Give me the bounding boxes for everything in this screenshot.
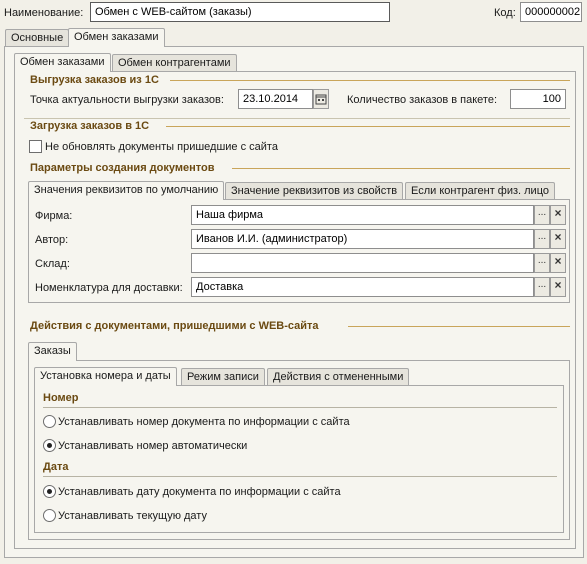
export-date-value: 23.10.2014 bbox=[243, 93, 299, 105]
tab-orders-actions[interactable]: Заказы bbox=[28, 342, 77, 361]
tab-orders-actions-label: Заказы bbox=[34, 345, 71, 357]
author-label: Автор: bbox=[35, 234, 69, 246]
params-title: Параметры создания документов bbox=[30, 162, 215, 174]
number-line bbox=[43, 407, 557, 408]
number-from-site-label: Устанавливать номер документа по информа… bbox=[58, 416, 350, 428]
packet-label: Количество заказов в пакете: bbox=[347, 94, 498, 106]
clear-icon: × bbox=[554, 230, 562, 244]
name-input[interactable]: Обмен с WEB-сайтом (заказы) bbox=[90, 2, 390, 22]
code-value: 000000002 bbox=[525, 6, 581, 18]
packet-input[interactable]: 100 bbox=[510, 89, 566, 109]
tab-property-values[interactable]: Значение реквизитов из свойств bbox=[225, 182, 404, 200]
tab-individual[interactable]: Если контрагент физ. лицо bbox=[405, 182, 555, 200]
export-date-label: Точка актуальности выгрузки заказов: bbox=[30, 94, 224, 106]
author-value: Иванов И.И. (администратор) bbox=[196, 233, 348, 245]
number-from-site-radio[interactable] bbox=[43, 415, 56, 428]
firm-clear-button[interactable]: × bbox=[550, 205, 566, 225]
date-current-label: Устанавливать текущую дату bbox=[58, 510, 207, 522]
actions-title-line bbox=[348, 326, 570, 327]
tab-orders[interactable]: Обмен заказами bbox=[14, 53, 111, 72]
import-title: Загрузка заказов в 1С bbox=[30, 120, 150, 132]
import-title-line bbox=[166, 126, 570, 127]
delivery-value: Доставка bbox=[196, 281, 244, 293]
delivery-input[interactable]: Доставка bbox=[191, 277, 534, 297]
author-ellipsis-button[interactable]: ... bbox=[534, 229, 550, 249]
firm-ellipsis-button[interactable]: ... bbox=[534, 205, 550, 225]
no-update-label: Не обновлять документы пришедшие с сайта bbox=[45, 141, 278, 153]
firm-value: Наша фирма bbox=[196, 209, 264, 221]
tab-default-values-label: Значения реквизитов по умолчанию bbox=[34, 184, 219, 196]
date-current-radio[interactable] bbox=[43, 509, 56, 522]
tab-orders-exchange-label: Обмен заказами bbox=[74, 31, 159, 43]
tab-main[interactable]: Основные bbox=[5, 29, 70, 47]
export-title: Выгрузка заказов из 1С bbox=[30, 74, 159, 86]
params-title-line bbox=[232, 168, 570, 169]
clear-icon: × bbox=[554, 254, 562, 268]
ellipsis-icon: ... bbox=[537, 255, 547, 266]
warehouse-ellipsis-button[interactable]: ... bbox=[534, 253, 550, 273]
tab-number-date[interactable]: Установка номера и даты bbox=[34, 367, 177, 386]
actions-title: Действия с документами, пришедшими с WEB… bbox=[30, 320, 319, 332]
date-line bbox=[43, 476, 557, 477]
firm-input[interactable]: Наша фирма bbox=[191, 205, 534, 225]
tab-property-values-label: Значение реквизитов из свойств bbox=[231, 185, 398, 197]
code-label: Код: bbox=[494, 7, 516, 19]
code-input[interactable]: 000000002 bbox=[520, 2, 582, 22]
date-title: Дата bbox=[43, 461, 69, 473]
name-label: Наименование: bbox=[4, 7, 84, 19]
tab-main-label: Основные bbox=[11, 32, 64, 44]
packet-value: 100 bbox=[542, 93, 561, 105]
number-auto-radio[interactable] bbox=[43, 439, 56, 452]
number-auto-label: Устанавливать номер автоматически bbox=[58, 440, 248, 452]
warehouse-clear-button[interactable]: × bbox=[550, 253, 566, 273]
tab-write-mode-label: Режим записи bbox=[187, 371, 259, 383]
warehouse-label: Склад: bbox=[35, 258, 70, 270]
tab-number-date-label: Установка номера и даты bbox=[40, 370, 171, 382]
tab-contractors[interactable]: Обмен контрагентами bbox=[112, 54, 237, 72]
author-input[interactable]: Иванов И.И. (администратор) bbox=[191, 229, 534, 249]
tab-default-values[interactable]: Значения реквизитов по умолчанию bbox=[28, 181, 225, 200]
ellipsis-icon: ... bbox=[537, 207, 547, 218]
tab-cancelled-actions[interactable]: Действия с отмененными bbox=[267, 368, 410, 386]
delivery-label: Номенклатура для доставки: bbox=[35, 282, 183, 294]
no-update-checkbox[interactable] bbox=[29, 140, 42, 153]
delivery-ellipsis-button[interactable]: ... bbox=[534, 277, 550, 297]
date-from-site-radio[interactable] bbox=[43, 485, 56, 498]
clear-icon: × bbox=[554, 278, 562, 292]
tab-contractors-label: Обмен контрагентами bbox=[118, 57, 231, 69]
tab-individual-label: Если контрагент физ. лицо bbox=[411, 185, 549, 197]
delivery-clear-button[interactable]: × bbox=[550, 277, 566, 297]
name-value: Обмен с WEB-сайтом (заказы) bbox=[95, 6, 252, 18]
tab-cancelled-actions-label: Действия с отмененными bbox=[273, 371, 404, 383]
export-title-line bbox=[170, 80, 570, 81]
clear-icon: × bbox=[554, 206, 562, 220]
tab-write-mode[interactable]: Режим записи bbox=[181, 368, 265, 386]
firm-label: Фирма: bbox=[35, 210, 73, 222]
calendar-icon[interactable] bbox=[313, 89, 329, 109]
warehouse-input[interactable] bbox=[191, 253, 534, 273]
number-title: Номер bbox=[43, 392, 79, 404]
author-clear-button[interactable]: × bbox=[550, 229, 566, 249]
tab-orders-exchange[interactable]: Обмен заказами bbox=[68, 28, 165, 47]
ellipsis-icon: ... bbox=[537, 231, 547, 242]
date-from-site-label: Устанавливать дату документа по информац… bbox=[58, 486, 341, 498]
ellipsis-icon: ... bbox=[537, 279, 547, 290]
tab-orders-label: Обмен заказами bbox=[20, 56, 105, 68]
export-date-input[interactable]: 23.10.2014 bbox=[238, 89, 313, 109]
